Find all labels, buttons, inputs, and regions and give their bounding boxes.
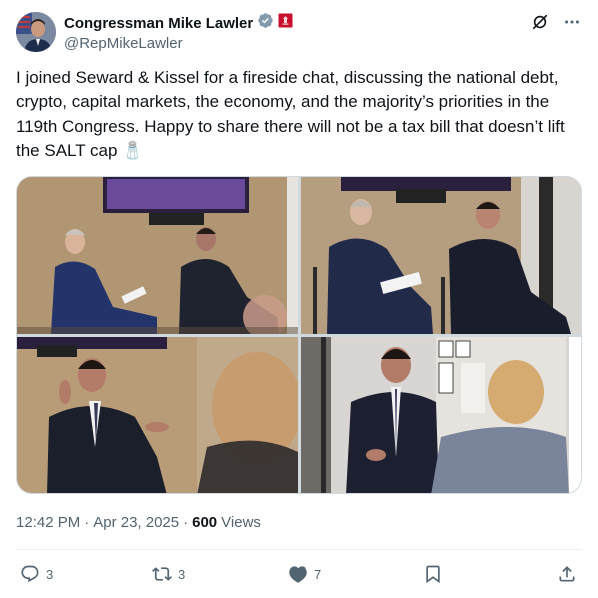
post-text: I joined Seward & Kissel for a fireside … bbox=[16, 68, 565, 161]
share-button[interactable] bbox=[557, 562, 577, 586]
verified-badge-icon[interactable] bbox=[257, 12, 274, 34]
post-card: Congressman Mike Lawler @RepMikeLawler I… bbox=[0, 0, 598, 598]
repost-icon bbox=[152, 567, 172, 581]
post-meta: 12:42 PM · Apr 23, 2025 · 600 Views bbox=[16, 514, 261, 531]
post-time[interactable]: 12:42 PM bbox=[16, 514, 80, 531]
views-label: Views bbox=[221, 514, 261, 531]
bookmark-button[interactable] bbox=[423, 562, 443, 586]
photo-1[interactable] bbox=[17, 177, 298, 334]
media-grid bbox=[16, 176, 582, 494]
divider bbox=[16, 549, 582, 550]
action-bar: 3 3 7 bbox=[20, 562, 578, 586]
more-options-icon[interactable] bbox=[562, 12, 582, 32]
reply-count: 3 bbox=[46, 566, 54, 582]
author-info: Congressman Mike Lawler @RepMikeLawler bbox=[64, 13, 293, 52]
bookmark-icon bbox=[426, 565, 440, 584]
handle[interactable]: @RepMikeLawler bbox=[64, 35, 293, 52]
government-affiliation-icon[interactable] bbox=[278, 13, 293, 33]
like-count: 7 bbox=[314, 566, 322, 582]
avatar[interactable] bbox=[16, 12, 56, 52]
post-date[interactable]: Apr 23, 2025 bbox=[93, 514, 179, 531]
grok-icon[interactable] bbox=[530, 12, 550, 32]
share-icon bbox=[559, 566, 575, 582]
repost-button[interactable]: 3 bbox=[152, 562, 185, 586]
photo-2[interactable] bbox=[301, 177, 581, 334]
like-icon bbox=[289, 566, 307, 583]
reply-icon bbox=[21, 565, 39, 583]
photo-4[interactable] bbox=[301, 337, 581, 493]
views-count: 600 bbox=[192, 514, 218, 531]
post-header: Congressman Mike Lawler @RepMikeLawler bbox=[16, 12, 582, 56]
like-button[interactable]: 7 bbox=[288, 562, 321, 586]
meta-separator: · bbox=[84, 514, 90, 531]
photo-3[interactable] bbox=[17, 337, 298, 493]
display-name[interactable]: Congressman Mike Lawler bbox=[64, 15, 253, 32]
meta-separator: · bbox=[183, 514, 189, 531]
reply-button[interactable]: 3 bbox=[20, 562, 53, 586]
repost-count: 3 bbox=[178, 566, 186, 582]
header-actions bbox=[530, 12, 582, 32]
